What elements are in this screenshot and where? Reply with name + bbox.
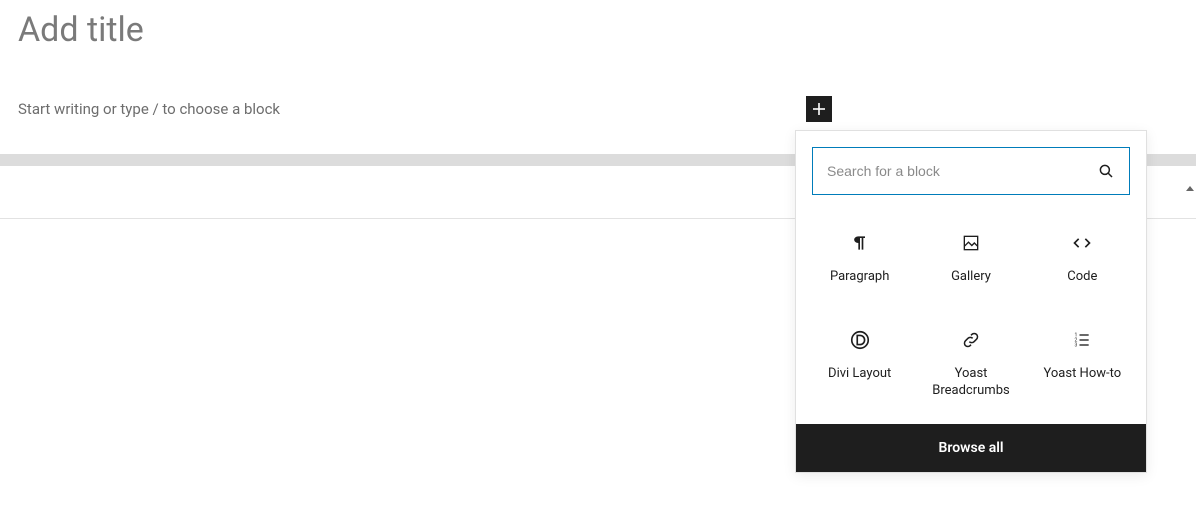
block-option-paragraph[interactable]: Paragraph [804,225,915,292]
block-label: Divi Layout [828,366,891,383]
plus-icon [811,101,827,117]
block-editor-placeholder[interactable]: Start writing or type / to choose a bloc… [18,100,1178,118]
block-label: Gallery [951,269,991,286]
code-icon [1070,231,1094,255]
block-label: Paragraph [830,269,889,286]
block-label: Yoast How-to [1043,366,1121,383]
add-block-button[interactable] [806,96,832,122]
ordered-list-icon: 1 2 3 [1070,328,1094,352]
block-option-yoast-howto[interactable]: 1 2 3 Yoast How-to [1027,322,1138,406]
block-option-yoast-breadcrumbs[interactable]: Yoast Breadcrumbs [915,322,1026,406]
block-option-divi-layout[interactable]: Divi Layout [804,322,915,406]
gallery-icon [959,231,983,255]
block-label: Yoast Breadcrumbs [917,366,1024,400]
divi-icon [848,328,872,352]
svg-text:3: 3 [1075,343,1078,349]
block-search-field[interactable] [812,147,1130,195]
search-icon [1097,162,1115,180]
block-label: Code [1067,269,1097,286]
link-icon [959,328,983,352]
scroll-up-caret[interactable] [1186,186,1194,191]
post-title-input[interactable]: Add title [18,10,1178,50]
block-inserter-popover: Paragraph Gallery Code [795,130,1147,473]
block-option-code[interactable]: Code [1027,225,1138,292]
block-option-gallery[interactable]: Gallery [915,225,1026,292]
paragraph-icon [848,231,872,255]
block-search-input[interactable] [827,163,1097,179]
browse-all-button[interactable]: Browse all [796,424,1146,472]
